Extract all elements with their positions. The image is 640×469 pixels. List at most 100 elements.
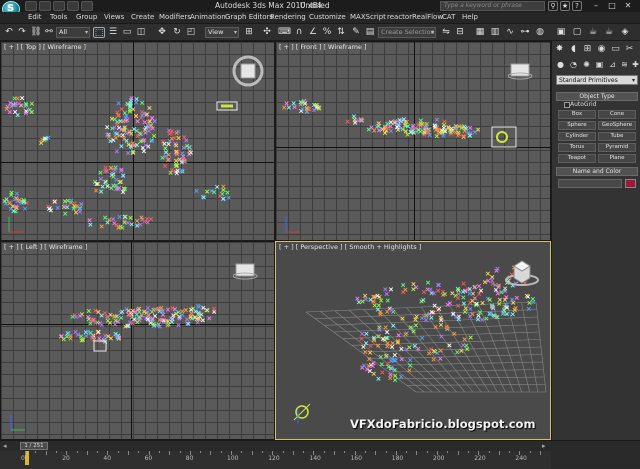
render-frame-icon[interactable]: ▢: [571, 27, 583, 38]
scale-icon[interactable]: ◰: [185, 27, 197, 38]
graphite-icon[interactable]: ▥: [489, 27, 501, 38]
named-sets-icon[interactable]: ▤: [364, 27, 376, 38]
object-type-rollout[interactable]: Object Type: [556, 92, 638, 101]
unlink-icon[interactable]: ⚯: [43, 27, 55, 38]
quick-save-icon[interactable]: [53, 1, 65, 11]
systems-icon[interactable]: ✚: [630, 59, 640, 70]
redo-icon[interactable]: ↷: [16, 27, 28, 38]
menu-create[interactable]: Create: [131, 13, 154, 21]
hierarchy-tab-icon[interactable]: ⊞: [582, 44, 593, 55]
geometry-icon[interactable]: ●: [555, 59, 566, 70]
torus-button[interactable]: Torus: [558, 143, 596, 152]
mirror-icon[interactable]: ⇋: [440, 27, 452, 38]
spinner-snap-icon[interactable]: ⇅: [335, 27, 347, 38]
search-icon[interactable]: ⚲: [548, 1, 558, 11]
select-by-name-icon[interactable]: ☰: [107, 27, 119, 38]
teapot-render-icon[interactable]: ☕: [587, 27, 599, 38]
percent-snap-icon[interactable]: %: [321, 27, 333, 38]
plane-button[interactable]: Plane: [598, 154, 636, 163]
window-crossing-icon[interactable]: ◫: [135, 27, 147, 38]
move-icon[interactable]: ✥: [156, 27, 168, 38]
viewcube-icon[interactable]: [231, 54, 265, 88]
name-and-color-rollout[interactable]: Name and Color: [556, 167, 638, 176]
sphere-button[interactable]: Sphere: [558, 121, 596, 130]
quick-redo-icon[interactable]: [81, 1, 93, 11]
close-button[interactable]: ✕: [622, 1, 634, 11]
quick-undo-icon[interactable]: [67, 1, 79, 11]
time-slider[interactable]: 1 / 251: [20, 442, 48, 450]
menu-realflow[interactable]: RealFlow: [412, 13, 443, 21]
modify-tab-icon[interactable]: ◖: [568, 44, 579, 55]
link-icon[interactable]: ⛓: [30, 27, 42, 38]
menu-graph-editors[interactable]: Graph Editors: [225, 13, 273, 21]
rotate-icon[interactable]: ↻: [171, 27, 183, 38]
reference-coord-dropdown[interactable]: View: [205, 27, 239, 38]
menu-help[interactable]: Help: [462, 13, 478, 21]
quick-render-icon[interactable]: ◈: [619, 27, 631, 38]
space-warps-icon[interactable]: ≋: [619, 59, 630, 70]
edit-named-sets-icon[interactable]: ✎: [350, 27, 362, 38]
viewcube-icon[interactable]: [504, 256, 540, 288]
named-selection-dropdown[interactable]: Create Selection: [378, 27, 436, 38]
prev-frame-icon[interactable]: ◂: [3, 442, 7, 450]
viewcube-icon[interactable]: [508, 62, 534, 80]
quick-new-icon[interactable]: [25, 1, 37, 11]
align-icon[interactable]: ⊟: [454, 27, 466, 38]
menu-views[interactable]: Views: [104, 13, 124, 21]
cameras-icon[interactable]: ▣: [594, 59, 605, 70]
menu-group[interactable]: Group: [76, 13, 97, 21]
help-icon[interactable]: ?: [572, 1, 582, 11]
menu-modifiers[interactable]: Modifiers: [159, 13, 191, 21]
geosphere-button[interactable]: GeoSphere: [598, 121, 636, 130]
keyboard-shortcut-icon[interactable]: ⌨: [278, 27, 291, 38]
pyramid-button[interactable]: Pyramid: [598, 143, 636, 152]
minimize-button[interactable]: –: [590, 1, 602, 11]
manipulate-icon[interactable]: ✣: [261, 27, 273, 38]
rect-region-icon[interactable]: ▭: [121, 27, 133, 38]
menu-maxscript[interactable]: MAXScript: [350, 13, 386, 21]
display-tab-icon[interactable]: ▭: [610, 44, 621, 55]
undo-icon[interactable]: ↶: [3, 27, 15, 38]
next-frame-icon[interactable]: ▸: [542, 442, 546, 450]
search-input[interactable]: Type a keyword or phrase: [440, 1, 545, 11]
menu-cat[interactable]: CAT: [442, 13, 455, 21]
select-icon[interactable]: ⬚: [93, 27, 105, 38]
subscription-icon[interactable]: ★: [560, 1, 570, 11]
snap-icon[interactable]: ∩: [293, 27, 305, 38]
viewport-front[interactable]: [ + ] [ Front ] [ Wireframe ]: [275, 41, 551, 241]
object-color-swatch[interactable]: [625, 179, 636, 188]
selection-filter-dropdown[interactable]: All: [56, 27, 90, 38]
primitive-category-dropdown[interactable]: Standard Primitives: [556, 75, 638, 85]
cylinder-button[interactable]: Cylinder: [558, 132, 596, 141]
teapot-button[interactable]: Teapot: [558, 154, 596, 163]
box-button[interactable]: Box: [558, 110, 596, 119]
layer-manager-icon[interactable]: ▦: [474, 27, 486, 38]
object-name-field[interactable]: [558, 179, 622, 188]
menu-rendering[interactable]: Rendering: [270, 13, 306, 21]
maximize-button[interactable]: □: [606, 1, 618, 11]
cone-button[interactable]: Cone: [598, 110, 636, 119]
menu-edit[interactable]: Edit: [28, 13, 42, 21]
curve-editor-icon[interactable]: ∿: [504, 27, 516, 38]
utilities-tab-icon[interactable]: ✂: [624, 44, 635, 55]
viewcube-icon[interactable]: [233, 262, 259, 280]
angle-snap-icon[interactable]: ∠: [307, 27, 319, 38]
menu-reactor[interactable]: reactor: [387, 13, 412, 21]
create-tab-icon[interactable]: ✸: [554, 44, 565, 55]
viewport-top[interactable]: [ + ] [ Top ] [ Wireframe ]: [0, 41, 275, 241]
viewport-perspective[interactable]: [ + ] [ Perspective ] [ Smooth + Highlig…: [275, 241, 551, 440]
menu-animation[interactable]: Animation: [190, 13, 226, 21]
quick-open-icon[interactable]: [39, 1, 51, 11]
viewport-left[interactable]: [ + ] [ Left ] [ Wireframe ]: [0, 241, 275, 440]
pivot-icon[interactable]: ⊞: [243, 27, 255, 38]
motion-tab-icon[interactable]: ◉: [596, 44, 607, 55]
helpers-icon[interactable]: ⊿: [607, 59, 618, 70]
lights-icon[interactable]: ✺: [581, 59, 592, 70]
render-setup-icon[interactable]: ▣: [555, 27, 567, 38]
menu-tools[interactable]: Tools: [50, 13, 67, 21]
schematic-view-icon[interactable]: ⊶: [519, 27, 531, 38]
shapes-icon[interactable]: ◔: [568, 59, 579, 70]
active-shade-icon[interactable]: ☕: [603, 27, 615, 38]
material-editor-icon[interactable]: ◍: [534, 27, 546, 38]
menu-customize[interactable]: Customize: [309, 13, 346, 21]
